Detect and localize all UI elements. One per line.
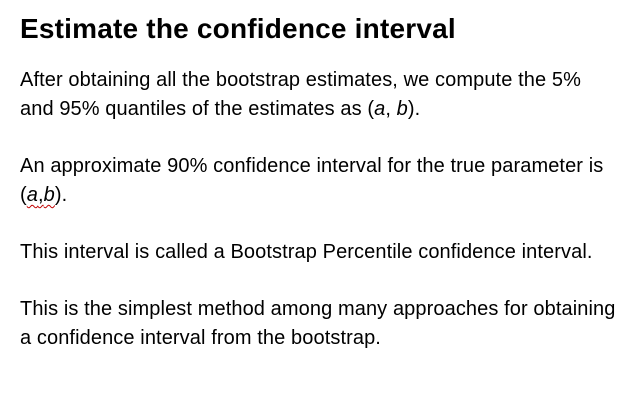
paragraph-quantiles-text: After obtaining all the bootstrap estima… [20,69,581,120]
slide: Estimate the confidence interval After o… [0,0,638,415]
closing-text: ). [407,98,421,120]
paragraph-quantiles: After obtaining all the bootstrap estima… [20,66,618,124]
separator: , [385,98,397,120]
slide-title: Estimate the confidence interval [20,13,456,44]
paragraph-simplest-method: This is the simplest method among many a… [20,298,616,349]
variable-b: b [43,184,55,206]
closing-text: ). [54,184,68,206]
paragraph-confidence-interval: An approximate 90% confidence interval f… [20,152,618,210]
variable-a: a [26,184,38,206]
slide-body: After obtaining all the bootstrap estima… [20,66,618,353]
paragraph-ci-text: An approximate 90% confidence interval f… [20,155,604,206]
variable-b: b [396,98,408,120]
spellcheck-underlined-text: a,b [27,184,55,206]
paragraph-percentile-name: This interval is called a Bootstrap Perc… [20,241,593,263]
variable-a: a [374,98,386,120]
